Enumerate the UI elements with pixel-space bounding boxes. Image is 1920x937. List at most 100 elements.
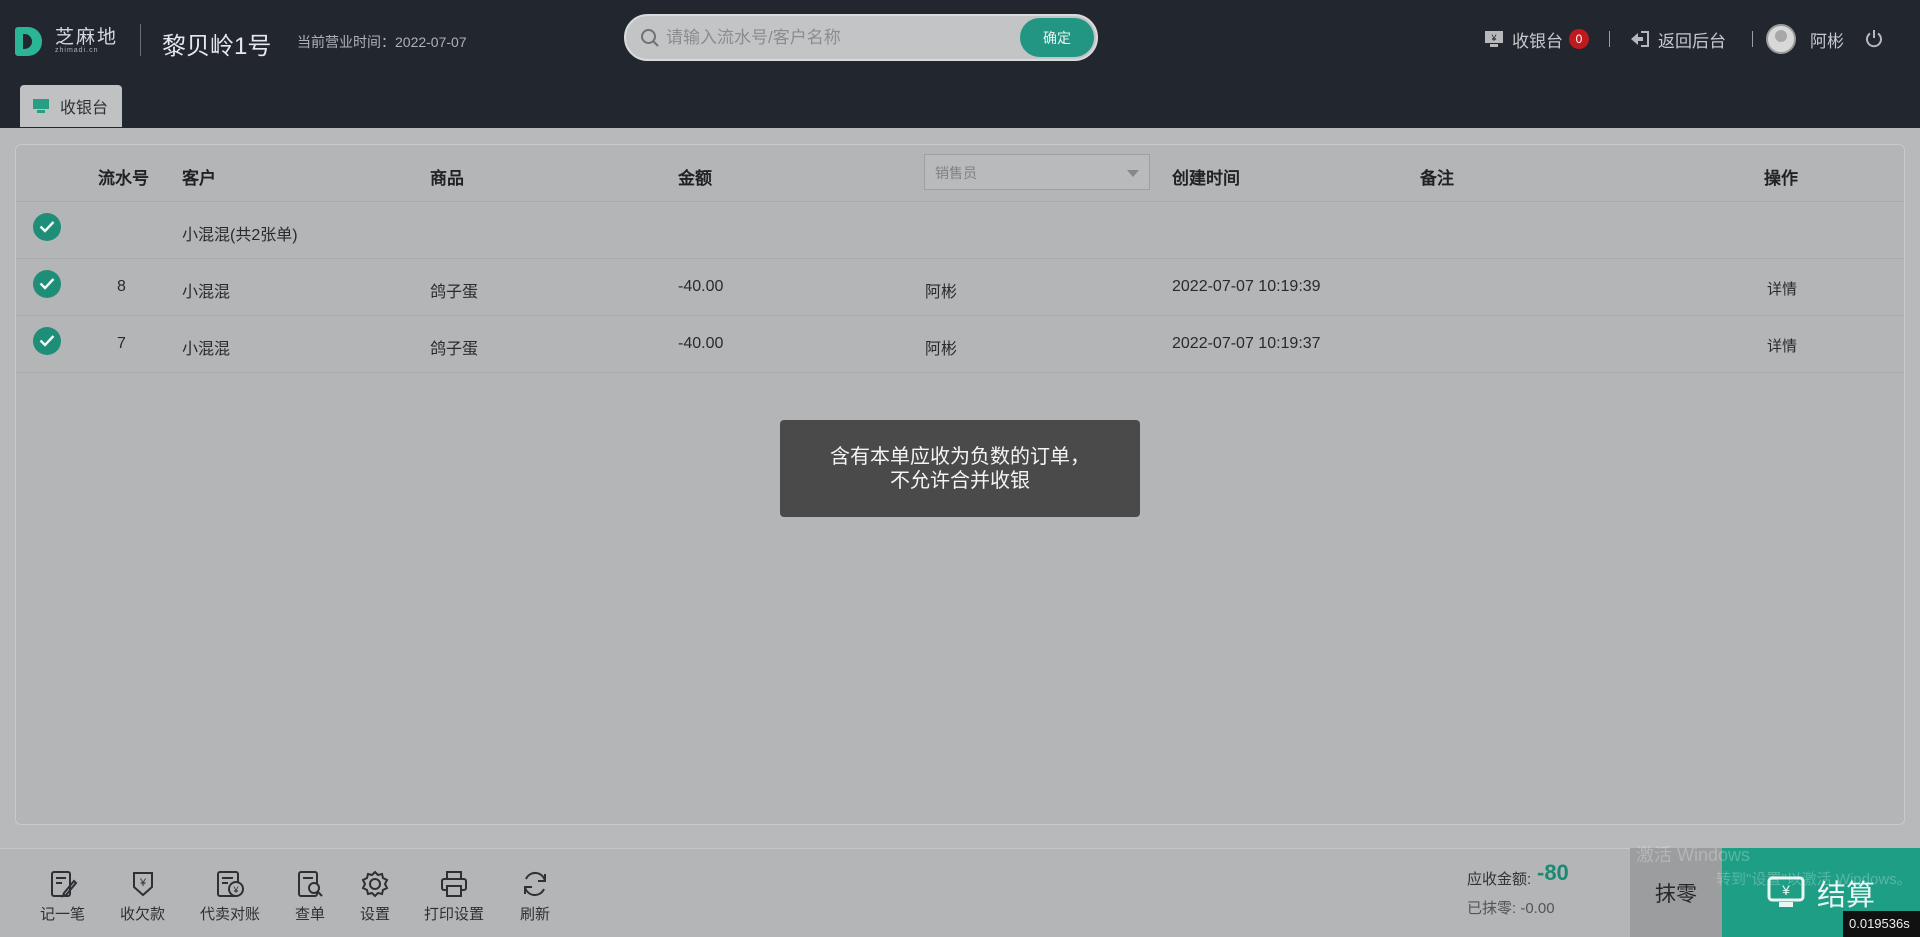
receivable-amount: -80: [1537, 860, 1569, 885]
cell-amount: -40.00: [678, 278, 724, 295]
collect-debt-button[interactable]: ¥ 收欠款: [120, 869, 165, 924]
check-icon: [39, 278, 55, 290]
cell-seller: 阿彬: [925, 341, 958, 358]
reconcile-icon: ¥: [217, 871, 244, 897]
business-time-value: 2022-07-07: [395, 34, 467, 50]
search-order-icon: [298, 871, 323, 897]
windows-watermark-line-2: 转到"设置"以激活 Windows。: [1716, 871, 1912, 888]
wiped-label: 已抹零:: [1467, 900, 1517, 917]
chevron-down-icon: [1127, 170, 1139, 177]
business-time-label: 当前营业时间：: [297, 34, 395, 50]
receive-debt-icon: ¥: [132, 872, 153, 897]
detail-link[interactable]: 详情: [1767, 335, 1797, 356]
record-entry-label: 记一笔: [40, 906, 86, 923]
logo-text-zh: 芝麻地: [55, 27, 119, 48]
search-order-button[interactable]: 查单: [295, 869, 325, 924]
col-remark: 备注: [1420, 169, 1454, 188]
col-created: 创建时间: [1172, 169, 1240, 188]
svg-text:¥: ¥: [1490, 33, 1497, 43]
col-action: 操作: [1764, 169, 1798, 188]
receivable-label: 应收金额:: [1467, 871, 1532, 888]
gear-icon: [361, 870, 389, 898]
refresh-label: 刷新: [520, 906, 551, 923]
svg-text:¥: ¥: [232, 885, 239, 895]
detail-link[interactable]: 详情: [1767, 278, 1797, 299]
cashier-count-badge: 0: [1569, 29, 1589, 49]
top-header: 芝麻地 zhimadi.cn 黎贝岭1号 当前营业时间：2022-07-07 确…: [0, 0, 1920, 78]
back-arrow-icon: [1631, 31, 1649, 47]
tab-strip-background: [0, 78, 1920, 128]
settings-button[interactable]: 设置: [360, 869, 390, 924]
windows-watermark-line-1: 激活 Windows: [1636, 845, 1751, 865]
cell-seller: 阿彬: [925, 284, 958, 301]
cashier-link[interactable]: ¥ 收银台 0: [1484, 24, 1589, 54]
seller-filter-select[interactable]: 销售员: [924, 154, 1150, 190]
wiped-amount: -0.00: [1520, 900, 1555, 917]
cell-created: 2022-07-07 10:19:37: [1172, 335, 1321, 352]
print-settings-label: 打印设置: [424, 906, 485, 923]
print-settings-button[interactable]: 打印设置: [424, 869, 484, 924]
cashier-link-label: 收银台: [1512, 31, 1563, 51]
power-icon: [1866, 30, 1882, 48]
refresh-button[interactable]: 刷新: [520, 869, 550, 924]
col-serial: 流水号: [98, 169, 149, 188]
col-amount: 金额: [678, 169, 712, 188]
cell-customer: 小混混: [182, 284, 231, 301]
settings-label: 设置: [360, 906, 391, 923]
logout-button[interactable]: [1864, 24, 1884, 54]
tab-cashier-label: 收银台: [60, 100, 109, 117]
table-group-row: 小混混(共2张单): [16, 202, 1904, 259]
logo-text-en: zhimadi.cn: [55, 47, 99, 54]
row-checkbox[interactable]: [33, 213, 61, 241]
brand-logo[interactable]: 芝麻地 zhimadi.cn: [15, 27, 118, 56]
avatar: [1766, 24, 1796, 54]
svg-text:¥: ¥: [138, 877, 146, 889]
cell-goods: 鸽子蛋: [430, 284, 479, 301]
render-timer: 0.019536s: [1843, 911, 1920, 937]
cell-created: 2022-07-07 10:19:39: [1172, 278, 1321, 295]
business-time: 当前营业时间：2022-07-07: [297, 32, 467, 52]
search-confirm-button[interactable]: 确定: [1020, 18, 1094, 57]
table-row: 8 小混混 鸽子蛋 -40.00 阿彬 2022-07-07 10:19:39 …: [16, 259, 1904, 316]
header-divider: [140, 24, 141, 56]
cashier-icon: ¥: [1485, 31, 1503, 47]
store-name: 黎贝岭1号: [162, 33, 272, 60]
printer-icon: [441, 871, 467, 897]
error-toast: 含有本单应收为负数的订单， 不允许合并收银: [780, 420, 1140, 517]
back-to-admin-link[interactable]: 返回后台: [1630, 24, 1726, 54]
user-menu[interactable]: 阿彬: [1766, 24, 1844, 54]
table-row: 7 小混混 鸽子蛋 -40.00 阿彬 2022-07-07 10:19:37 …: [16, 316, 1904, 373]
refresh-icon: [524, 871, 546, 897]
consignment-reconcile-button[interactable]: ¥ 代卖对账: [200, 869, 260, 924]
cell-goods: 鸽子蛋: [430, 341, 479, 358]
seller-filter-placeholder: 销售员: [935, 165, 977, 181]
check-icon: [39, 221, 55, 233]
group-customer: 小混混(共2张单): [182, 227, 298, 244]
toast-line-1: 含有本单应收为负数的订单，: [830, 446, 1090, 468]
collect-debt-label: 收欠款: [120, 906, 166, 923]
consignment-reconcile-label: 代卖对账: [200, 906, 261, 923]
table-header: 流水号 客户 商品 金额 销售员 创建时间 备注 操作: [16, 145, 1904, 202]
toast-line-2: 不允许合并收银: [890, 470, 1030, 492]
search-icon: [641, 29, 659, 47]
cashier-icon: [33, 99, 49, 113]
search-order-label: 查单: [295, 906, 326, 923]
header-separator: [1752, 31, 1753, 47]
record-entry-button[interactable]: 记一笔: [40, 869, 85, 924]
cell-serial: 8: [117, 278, 126, 295]
col-customer: 客户: [182, 169, 216, 188]
search-input[interactable]: [666, 23, 1006, 53]
user-name: 阿彬: [1810, 31, 1844, 51]
back-to-admin-label: 返回后台: [1658, 31, 1726, 51]
check-icon: [39, 335, 55, 347]
row-checkbox[interactable]: [33, 327, 61, 355]
cell-amount: -40.00: [678, 335, 724, 352]
cell-serial: 7: [117, 335, 126, 352]
header-separator: [1609, 31, 1610, 47]
note-edit-icon: [50, 871, 77, 898]
wiped-summary: 已抹零: -0.00: [1467, 897, 1555, 918]
search-box: 确定: [624, 14, 1098, 61]
col-goods: 商品: [430, 169, 464, 188]
row-checkbox[interactable]: [33, 270, 61, 298]
tab-cashier[interactable]: 收银台: [20, 85, 122, 127]
